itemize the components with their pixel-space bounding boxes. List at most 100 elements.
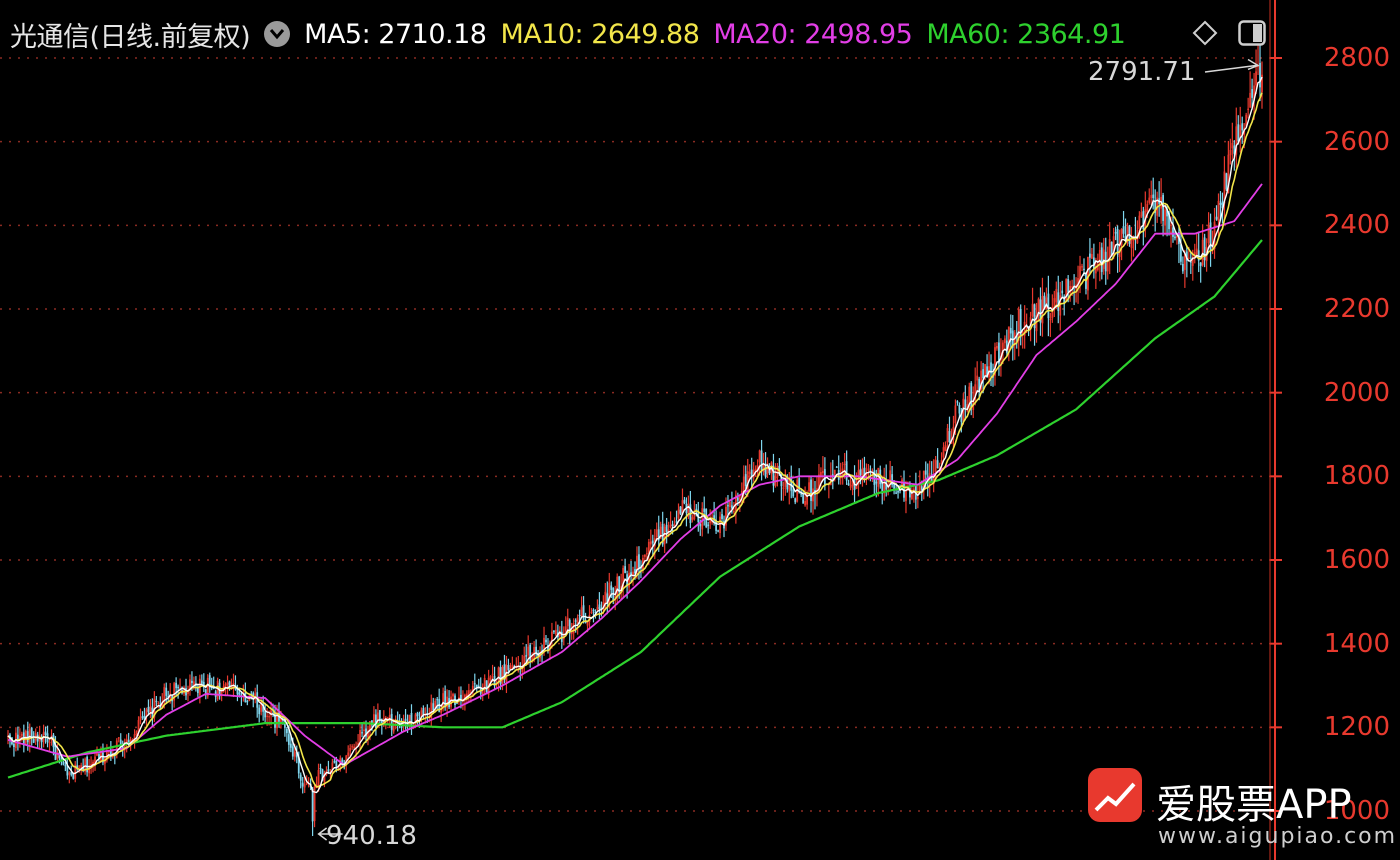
candle-body — [669, 524, 672, 528]
candle-body — [551, 631, 553, 641]
candle-body — [473, 683, 476, 685]
ma60-line — [7, 239, 1263, 779]
candle-body — [804, 500, 807, 506]
candle-body — [580, 607, 583, 617]
candle-body — [388, 715, 391, 719]
candle-body — [671, 524, 674, 526]
candle-body — [378, 710, 381, 721]
candle-body — [849, 485, 852, 488]
candle-body — [1237, 124, 1240, 142]
candle-body — [1140, 212, 1143, 217]
candle-body — [810, 479, 812, 501]
chart-title: 光通信(日线.前复权) — [10, 21, 251, 53]
candle-body — [719, 516, 721, 534]
candle-body — [44, 731, 47, 735]
candle-body — [982, 369, 985, 379]
candle-body — [491, 673, 494, 675]
candle-body — [485, 680, 488, 693]
axis-tick-label: 2600 — [1323, 126, 1390, 157]
candle-body — [1189, 261, 1192, 263]
candle-body — [590, 611, 593, 613]
candle-body — [875, 481, 878, 484]
candle-body — [944, 445, 947, 451]
candle-body — [20, 733, 23, 737]
candle-body — [404, 718, 407, 721]
chart-legend: 光通信(日线.前复权) MA5: 2710.18 MA10: 2649.88 M… — [10, 14, 1139, 54]
candle-body — [1130, 238, 1133, 249]
candle-body — [1152, 194, 1155, 199]
candle-body — [200, 680, 203, 684]
candle-body — [525, 655, 528, 657]
candle-body — [1146, 204, 1149, 213]
candle-body — [709, 520, 712, 524]
axis-tick-label: 2200 — [1323, 294, 1390, 324]
candle-body — [897, 491, 899, 493]
candle-body — [535, 646, 538, 653]
candle-body — [507, 665, 510, 670]
candle-body — [1239, 125, 1242, 138]
candle-body — [1049, 318, 1052, 321]
diamond-icon[interactable] — [1192, 20, 1218, 46]
candle-body — [1215, 216, 1218, 220]
candle-body — [509, 667, 512, 670]
candle-body — [942, 447, 945, 458]
candle-body — [1150, 195, 1153, 199]
candle-body — [545, 639, 547, 643]
candle-body — [683, 499, 686, 504]
candle-body — [301, 782, 304, 787]
candle-body — [327, 769, 330, 772]
candle-body — [139, 716, 142, 721]
candle-body — [1181, 263, 1184, 272]
candle-body — [727, 505, 729, 507]
candle-body — [489, 675, 492, 681]
candle-body — [1251, 89, 1254, 98]
candle-body — [1067, 279, 1070, 293]
candle-body — [452, 693, 454, 697]
candle-body — [347, 752, 350, 756]
axis-tick-label: 1800 — [1323, 461, 1390, 492]
candle-body — [679, 506, 682, 514]
candle-body — [916, 497, 919, 499]
candle-body — [1172, 227, 1174, 237]
candle-body — [149, 706, 152, 713]
candle-body — [66, 766, 69, 776]
candle-body — [1031, 303, 1034, 317]
candle-body — [1162, 195, 1165, 221]
candle-body — [1003, 338, 1006, 344]
candle-body — [859, 469, 862, 476]
candle-body — [754, 468, 757, 471]
candle-body — [924, 470, 927, 475]
candle-body — [1241, 123, 1244, 131]
candle-body — [361, 732, 363, 734]
candle-body — [564, 626, 567, 632]
candle-body — [691, 517, 694, 520]
chevron-down-icon[interactable] — [264, 21, 291, 47]
candle-body — [147, 707, 150, 712]
candle-body — [1009, 327, 1012, 334]
candle-body — [175, 682, 178, 689]
candle-body — [1090, 254, 1093, 259]
candle-body — [268, 716, 270, 718]
candle-body — [788, 479, 791, 492]
candle-body — [1114, 232, 1117, 234]
candle-body — [32, 739, 35, 743]
candle-body — [911, 494, 913, 500]
candle-body — [1061, 290, 1064, 294]
candle-body — [48, 741, 51, 744]
candle-body — [432, 703, 435, 711]
candle-body — [246, 701, 249, 703]
candle-body — [655, 529, 658, 538]
candle-body — [303, 783, 306, 788]
panel-toggle-icon[interactable] — [1238, 20, 1266, 46]
candle-body — [835, 466, 838, 468]
axis-tick-label: 1400 — [1323, 628, 1390, 659]
candle-body — [1217, 200, 1220, 221]
candle-body — [1231, 142, 1234, 149]
candle-body — [729, 501, 731, 507]
candle-body — [333, 761, 336, 763]
candle-body — [948, 431, 951, 443]
candle-body — [1170, 231, 1172, 234]
high-price-label: 2791.71 — [1088, 57, 1196, 87]
candle-body — [291, 746, 294, 757]
candle-body — [335, 760, 338, 771]
